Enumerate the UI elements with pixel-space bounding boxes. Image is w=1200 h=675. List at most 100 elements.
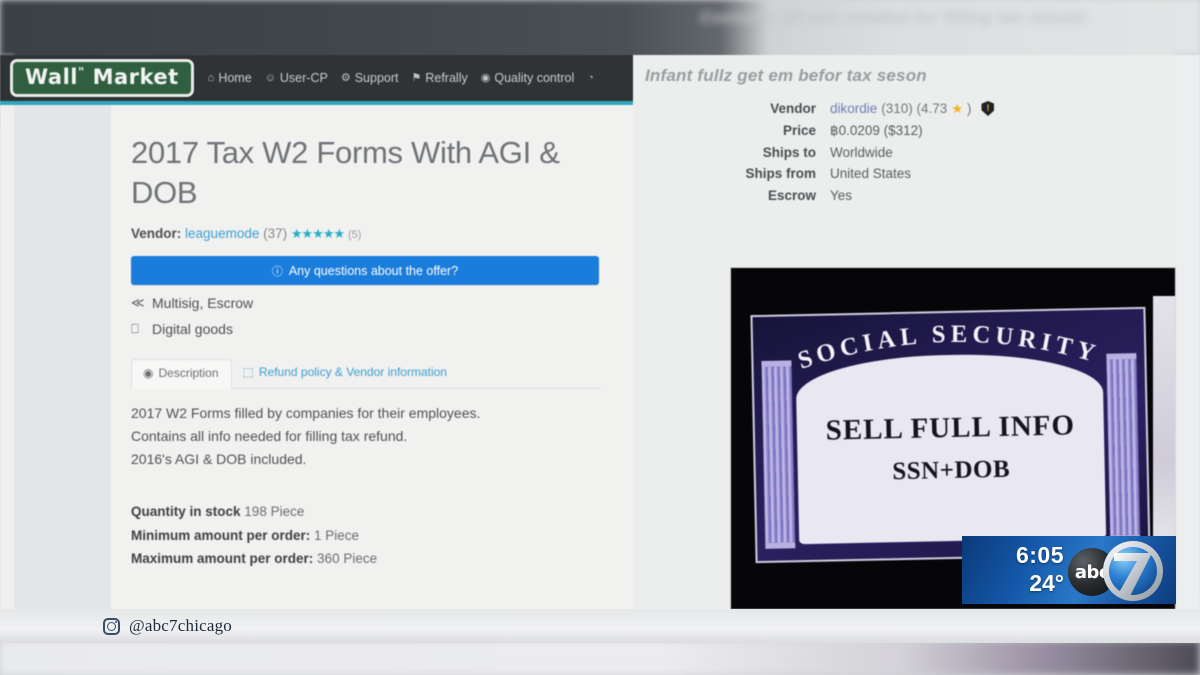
verified-shield-icon: [981, 101, 995, 116]
nav-label-quality-control: Quality control: [494, 71, 575, 85]
detail-key-vendor: Vendor: [770, 100, 816, 116]
vendor-sales-count: (37): [263, 226, 288, 242]
tab-description[interactable]: ◉ Description: [131, 359, 232, 390]
panel-vendor-link[interactable]: dikordie: [830, 102, 877, 116]
marketplace-site: Wall" Market ⌂ Home ☺ User-CP ⚙ Support: [0, 55, 633, 615]
partial-icon: ◔: [587, 71, 594, 84]
info-circle-icon: ⓘ: [271, 265, 283, 278]
clipboard-icon: ⬚: [242, 365, 254, 380]
listing-page: 2017 Tax W2 Forms With AGI & DOB Vendor:…: [111, 105, 633, 611]
spec-maximum-value: 360 Piece: [317, 550, 378, 566]
detail-key-ships-from: Ships from: [745, 166, 816, 181]
panel-title: Infant fullz get em befor tax seson: [645, 66, 927, 85]
nav-label-support: Support: [354, 71, 399, 85]
detail-value-ships-to: Worldwide: [830, 144, 893, 160]
tab-refund-policy-label: Refund policy & Vendor information: [258, 365, 447, 380]
ask-question-label: Any questions about the offer?: [288, 263, 459, 278]
tab-description-label: Description: [158, 366, 219, 381]
nav-label-user-cp: User-CP: [279, 71, 328, 85]
detail-row-vendor: Vendor dikordie (310) (4.73 ★ ): [633, 101, 1093, 116]
channel-7-logo-icon: [1100, 538, 1166, 604]
detail-key-price: Price: [782, 123, 816, 138]
share-icon: ≪: [131, 295, 145, 311]
card-line-2: SSN+DOB: [892, 455, 1011, 485]
listing-specs: Quantity in stock 198 Piece Minimum amou…: [131, 500, 611, 570]
tab-refund-policy[interactable]: ⬚ Refund policy & Vendor information: [232, 359, 459, 388]
detail-value-price: ฿0.0209 ($312): [830, 123, 923, 138]
nav-item-refrally[interactable]: ⚑ Refrally: [411, 71, 467, 85]
site-nav-links: ⌂ Home ☺ User-CP ⚙ Support ⚑ Refrally ◉ …: [208, 71, 607, 85]
flag-icon: ⚑: [411, 71, 422, 84]
site-logo[interactable]: Wall" Market: [10, 59, 194, 97]
logo-sup: ": [77, 65, 85, 79]
spec-quantity-value: 198 Piece: [244, 504, 305, 520]
nav-item-truncated[interactable]: ◔: [587, 71, 594, 84]
card-face: SELL FULL INFO SSN+DOB: [795, 351, 1107, 545]
site-navbar: Wall" Market ⌂ Home ☺ User-CP ⚙ Support: [0, 55, 633, 105]
detail-row-ships-to: Ships to Worldwide: [633, 144, 1093, 160]
detail-key-escrow: Escrow: [767, 187, 816, 203]
meta-digital-goods-label: Digital goods: [152, 321, 233, 338]
card-column-left: [761, 360, 796, 549]
detail-value-escrow: Yes: [830, 187, 853, 203]
logo-suffix: Market: [92, 65, 179, 89]
nav-label-refrally: Refrally: [425, 71, 468, 85]
spec-maximum-order: Maximum amount per order: 360 Piece: [131, 547, 611, 570]
review-count: (5): [347, 229, 362, 242]
vendor-link[interactable]: leaguemode: [185, 226, 259, 241]
broadcast-frame: Contains all info needed for filling tax…: [0, 0, 1200, 675]
left-rail: [14, 105, 111, 611]
site-content: 2017 Tax W2 Forms With AGI & DOB Vendor:…: [0, 105, 633, 611]
detail-row-price: Price ฿0.0209 ($312): [633, 124, 1093, 138]
spec-quantity-label: Quantity in stock: [131, 504, 241, 520]
social-security-card-photo: SOCIAL SECURITY SELL FULL INFO SSN+DOB: [750, 306, 1151, 564]
detail-key-ships-to: Ships to: [762, 144, 816, 160]
panel-vendor-stats: (310) (4.73: [881, 100, 948, 116]
network-bug: 6:05 24° abc: [962, 536, 1176, 604]
home-icon: ⌂: [207, 71, 215, 84]
card-column-right: [1106, 353, 1141, 542]
nav-item-user-cp[interactable]: ☺ User-CP: [265, 71, 328, 85]
vendor-label: Vendor:: [131, 226, 182, 242]
page-title: 2017 Tax W2 Forms With AGI & DOB: [131, 135, 560, 210]
screen-capture: Wall" Market ⌂ Home ☺ User-CP ⚙ Support: [0, 55, 1200, 615]
monitor-icon: ⎕: [131, 321, 139, 337]
background-bottom-blur: [0, 640, 1200, 675]
spec-maximum-label: Maximum amount per order:: [131, 550, 314, 566]
nav-label-home: Home: [218, 71, 252, 85]
card-line-1: SELL FULL INFO: [825, 408, 1076, 447]
spec-minimum-label: Minimum amount per order:: [131, 527, 311, 543]
logo-prefix: Wall: [25, 65, 78, 89]
user-icon: ☺: [264, 71, 276, 84]
spec-minimum-value: 1 Piece: [314, 527, 360, 543]
circle-icon: ◉: [143, 366, 154, 381]
spec-quantity-in-stock: Quantity in stock 198 Piece: [131, 500, 611, 523]
nav-item-home[interactable]: ⌂ Home: [208, 71, 252, 85]
nav-item-support[interactable]: ⚙ Support: [341, 71, 399, 85]
rating-stars: ★★★★★: [290, 226, 345, 242]
social-handle-text: @abc7chicago: [129, 616, 233, 635]
nav-item-quality-control[interactable]: ◉ Quality control: [481, 71, 575, 85]
listing-tabs: ◉ Description ⬚ Refund policy & Vendor i…: [131, 359, 601, 390]
background-ticker-text: Contains all info needed for filling tax…: [700, 8, 1090, 27]
secondary-listing-panel: Infant fullz get em befor tax seson Vend…: [633, 55, 1176, 615]
ask-question-button[interactable]: ⓘ Any questions about the offer?: [131, 256, 599, 286]
panel-detail-table: Vendor dikordie (310) (4.73 ★ ) Price ฿0…: [633, 101, 1093, 210]
badge-icon: ◉: [480, 71, 491, 84]
star-icon: ★: [951, 101, 963, 116]
panel-vendor-close-paren: ): [966, 100, 972, 116]
bug-time: 6:05: [1015, 542, 1064, 568]
description-line-2: Contains all info needed for filling tax…: [131, 428, 408, 445]
meta-multisig-escrow-label: Multisig, Escrow: [152, 295, 254, 312]
gear-icon: ⚙: [340, 71, 351, 84]
vendor-line: Vendor: leaguemode (37) ★★★★★ (5): [131, 226, 611, 242]
description-line-1: 2017 W2 Forms filled by companies for th…: [131, 405, 481, 422]
spec-minimum-order: Minimum amount per order: 1 Piece: [131, 524, 611, 547]
social-handle-strip: @abc7chicago: [0, 609, 1200, 643]
meta-multisig-escrow: ≪ Multisig, Escrow: [131, 295, 611, 311]
bug-temperature: 24°: [1029, 570, 1064, 596]
instagram-icon: [103, 617, 120, 635]
detail-value-ships-from: United States: [830, 166, 912, 181]
detail-value-vendor: dikordie (310) (4.73 ★ ): [830, 100, 995, 116]
meta-digital-goods: ⎕ Digital goods: [131, 321, 611, 337]
